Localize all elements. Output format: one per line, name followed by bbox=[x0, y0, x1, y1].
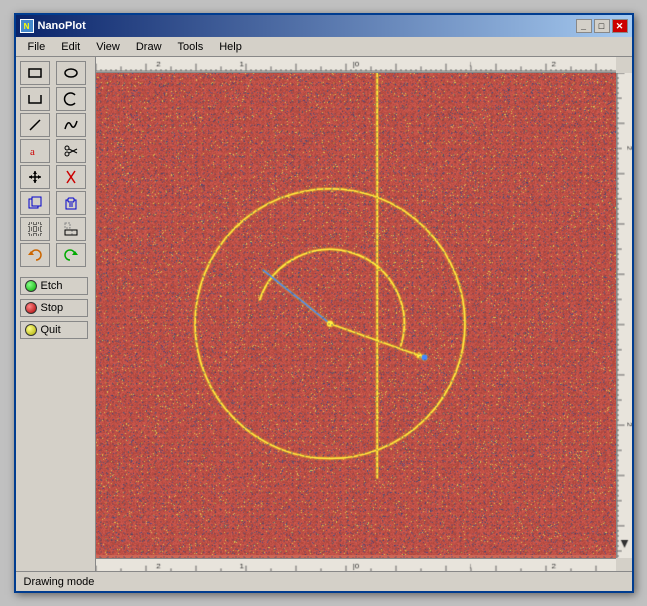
stop-label: Stop bbox=[41, 302, 64, 314]
toolbar: a bbox=[16, 57, 96, 571]
copy-tool[interactable] bbox=[20, 191, 50, 215]
open-rect-tool[interactable] bbox=[20, 87, 50, 111]
ungroup-tool[interactable] bbox=[56, 217, 86, 241]
minimize-button[interactable]: _ bbox=[576, 19, 592, 33]
window-title: NanoPlot bbox=[38, 20, 86, 32]
ruler-top bbox=[96, 57, 616, 73]
window-controls: _ □ ✕ bbox=[576, 19, 628, 33]
close-button[interactable]: ✕ bbox=[612, 19, 628, 33]
menu-tools[interactable]: Tools bbox=[170, 39, 212, 55]
redo-tool[interactable] bbox=[56, 243, 86, 267]
etch-label: Etch bbox=[41, 280, 63, 292]
etch-button[interactable]: Etch bbox=[20, 277, 88, 295]
cut-tool[interactable] bbox=[56, 165, 86, 189]
etch-led bbox=[25, 280, 37, 292]
quit-label: Quit bbox=[41, 324, 61, 336]
scissors-tool[interactable] bbox=[56, 139, 86, 163]
text-tool[interactable]: a bbox=[20, 139, 50, 163]
stop-button[interactable]: Stop bbox=[20, 299, 88, 317]
status-bar: Drawing mode bbox=[16, 571, 632, 591]
line-tool[interactable] bbox=[20, 113, 50, 137]
main-window: N NanoPlot _ □ ✕ File Edit View Draw Too… bbox=[14, 13, 634, 593]
c-arc-tool[interactable] bbox=[56, 87, 86, 111]
title-bar-left: N NanoPlot bbox=[20, 19, 86, 33]
undo-tool[interactable] bbox=[20, 243, 50, 267]
menu-bar: File Edit View Draw Tools Help bbox=[16, 37, 632, 57]
ellipse-tool[interactable] bbox=[56, 61, 86, 85]
tool-grid: a bbox=[20, 61, 91, 267]
drawing-canvas[interactable] bbox=[96, 73, 616, 558]
curve-tool[interactable] bbox=[56, 113, 86, 137]
quit-led bbox=[25, 324, 37, 336]
app-icon: N bbox=[20, 19, 34, 33]
ruler-bottom bbox=[96, 558, 616, 571]
rectangle-tool[interactable] bbox=[20, 61, 50, 85]
menu-edit[interactable]: Edit bbox=[53, 39, 88, 55]
menu-view[interactable]: View bbox=[88, 39, 128, 55]
menu-draw[interactable]: Draw bbox=[128, 39, 170, 55]
menu-file[interactable]: File bbox=[20, 39, 54, 55]
quit-button[interactable]: Quit bbox=[20, 321, 88, 339]
stop-led bbox=[25, 302, 37, 314]
svg-text:a: a bbox=[30, 146, 35, 158]
paste-tool[interactable] bbox=[56, 191, 86, 215]
action-buttons: Etch Stop Quit bbox=[20, 277, 91, 339]
move-tool[interactable] bbox=[20, 165, 50, 189]
title-bar: N NanoPlot _ □ ✕ bbox=[16, 15, 632, 37]
ruler-right bbox=[616, 73, 632, 558]
main-area: a bbox=[16, 57, 632, 571]
menu-help[interactable]: Help bbox=[211, 39, 250, 55]
canvas-area bbox=[96, 57, 632, 571]
maximize-button[interactable]: □ bbox=[594, 19, 610, 33]
status-text: Drawing mode bbox=[24, 576, 95, 588]
group-tool[interactable] bbox=[20, 217, 50, 241]
canvas-row bbox=[96, 73, 632, 558]
